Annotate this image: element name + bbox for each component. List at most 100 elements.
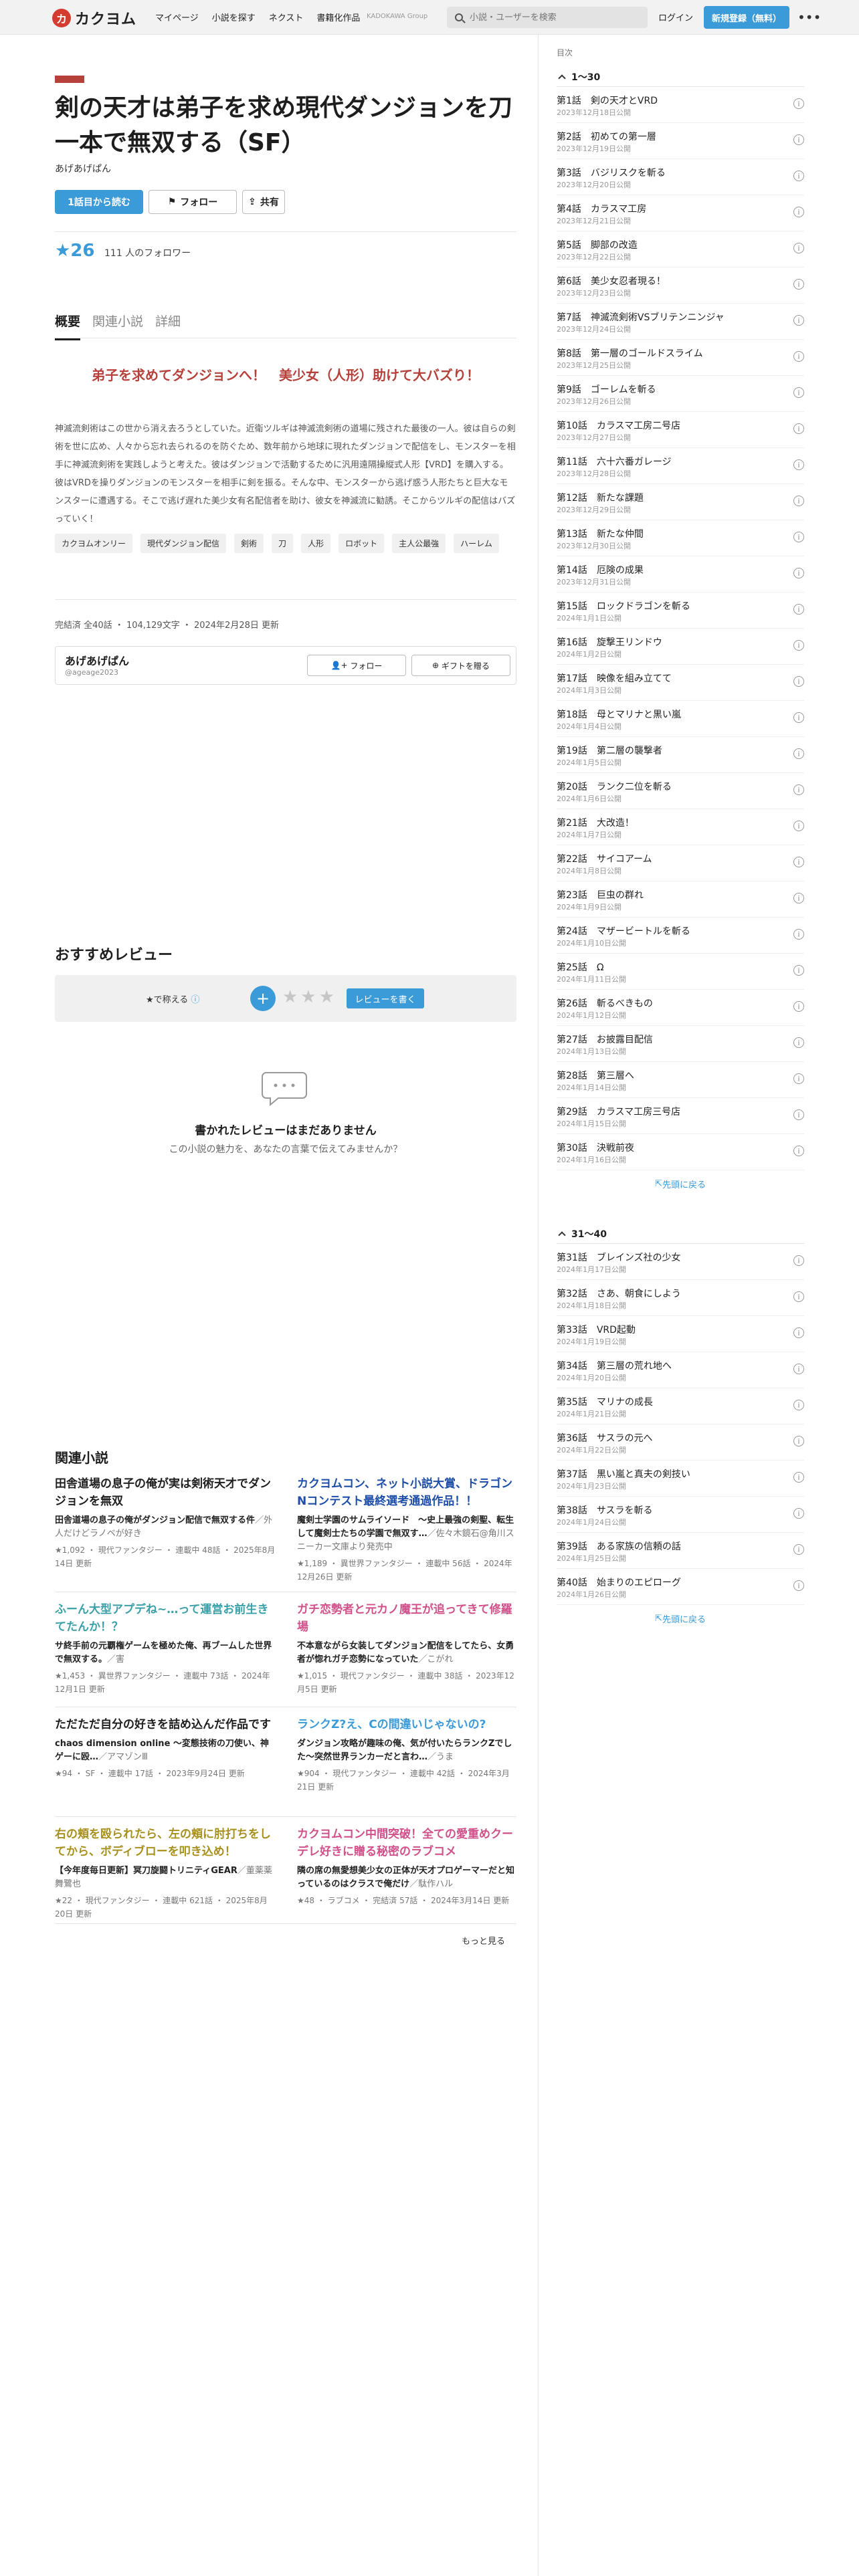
episode-item[interactable]: 第23話 巨虫の群れ 2024年1月9日公開 i <box>557 881 804 918</box>
info-icon[interactable]: i <box>793 748 804 759</box>
nav-next[interactable]: ネクスト <box>269 11 304 23</box>
episode-item[interactable]: 第24話 マザービートルを斬る 2024年1月10日公開 i <box>557 918 804 954</box>
related-author[interactable]: ／害 <box>107 1654 124 1665</box>
related-item[interactable]: ふーん大型アプデね~…って運営お前生きてたんか！？ サ終手前の元覇権ゲームを極め… <box>55 1601 276 1696</box>
info-icon[interactable]: i <box>793 1472 804 1483</box>
info-icon[interactable]: i <box>793 459 804 470</box>
related-work-title[interactable]: サ終手前の元覇権ゲームを極めた俺、再ブームした世界で無双する。 <box>55 1641 272 1665</box>
info-icon[interactable]: i <box>793 857 804 867</box>
episode-title[interactable]: 第26話 斬るべきもの <box>557 996 653 1010</box>
episode-item[interactable]: 第12話 新たな課題 2023年12月29日公開 i <box>557 484 804 520</box>
episode-item[interactable]: 第25話 Ω 2024年1月11日公開 i <box>557 954 804 990</box>
episode-title[interactable]: 第38話 サスラを斬る <box>557 1503 653 1517</box>
related-catch[interactable]: ガチ恋勢者と元カノ魔王が追ってきて修羅場 <box>297 1601 518 1636</box>
episode-item[interactable]: 第33話 VRD起動 2024年1月19日公開 i <box>557 1316 804 1352</box>
episode-item[interactable]: 第37話 黒い嵐と真夫の剣技い 2024年1月23日公開 i <box>557 1461 804 1497</box>
author-box-name[interactable]: あげあげぱん <box>65 652 129 668</box>
info-icon[interactable]: i <box>793 1327 804 1338</box>
info-icon[interactable]: i <box>793 387 804 398</box>
episode-item[interactable]: 第16話 旋撃王リンドウ 2024年1月2日公開 i <box>557 629 804 665</box>
episode-item[interactable]: 第7話 神滅流剣術VSブリテンニンジャ 2023年12月24日公開 i <box>557 304 804 340</box>
back-to-top-link[interactable]: ⇱ 先頭に戻る <box>557 1170 804 1197</box>
info-icon[interactable]: i <box>793 351 804 362</box>
tag[interactable]: 現代ダンジョン配信 <box>140 534 227 553</box>
episode-item[interactable]: 第34話 第三層の荒れ地へ 2024年1月20日公開 i <box>557 1352 804 1388</box>
toc-group-header[interactable]: 1〜30 <box>557 67 804 87</box>
episode-item[interactable]: 第9話 ゴーレムを斬る 2023年12月26日公開 i <box>557 376 804 412</box>
related-catch[interactable]: 田舎道場の息子の俺が実は剣術天才でダンジョンを無双 <box>55 1475 276 1510</box>
related-item[interactable]: ただただ自分の好きを詰め込んだ作品です chaos dimension onli… <box>55 1716 276 1780</box>
info-icon[interactable]: i <box>793 784 804 795</box>
episode-title[interactable]: 第8話 第一層のゴールドスライム <box>557 346 703 360</box>
related-item[interactable]: ガチ恋勢者と元カノ魔王が追ってきて修羅場 不本意ながら女装してダンジョン配信をし… <box>297 1601 518 1696</box>
info-icon[interactable]: i <box>793 1037 804 1048</box>
info-icon[interactable]: i <box>793 1291 804 1302</box>
related-work-title[interactable]: 【今年度毎日更新】冥刀旋闘トリニティGEAR <box>55 1866 237 1876</box>
episode-item[interactable]: 第36話 サスラの元へ 2024年1月22日公開 i <box>557 1424 804 1461</box>
tab-overview[interactable]: 概要 <box>55 312 81 340</box>
episode-title[interactable]: 第6話 美少女忍者現る！ <box>557 274 666 288</box>
episode-title[interactable]: 第19話 第二層の襲撃者 <box>557 744 662 757</box>
info-icon[interactable]: i <box>793 965 804 976</box>
share-button[interactable]: ⇪ 共有 <box>242 190 285 214</box>
episode-title[interactable]: 第34話 第三層の荒れ地へ <box>557 1359 672 1372</box>
episode-item[interactable]: 第10話 カラスマ工房二号店 2023年12月27日公開 i <box>557 412 804 448</box>
info-icon[interactable]: i <box>793 98 804 109</box>
related-catch[interactable]: カクヨムコン、ネット小説大賞、ドラゴンNコンテスト最終選考通過作品！！ <box>297 1475 518 1510</box>
nav-search-novels[interactable]: 小説を探す <box>212 11 256 23</box>
tag[interactable]: ハーレム <box>454 534 499 553</box>
episode-item[interactable]: 第11話 六十六番ガレージ 2023年12月28日公開 i <box>557 448 804 484</box>
episode-item[interactable]: 第1話 剣の天才とVRD 2023年12月18日公開 i <box>557 87 804 123</box>
episode-title[interactable]: 第12話 新たな課題 <box>557 491 644 504</box>
info-icon[interactable]: i <box>793 640 804 651</box>
episode-item[interactable]: 第8話 第一層のゴールドスライム 2023年12月25日公開 i <box>557 340 804 376</box>
toc-group-header[interactable]: 31〜40 <box>557 1224 804 1244</box>
episode-title[interactable]: 第40話 始まりのエピローグ <box>557 1576 681 1589</box>
info-icon[interactable]: i <box>793 496 804 506</box>
episode-title[interactable]: 第35話 マリナの成長 <box>557 1395 653 1408</box>
episode-item[interactable]: 第19話 第二層の襲撃者 2024年1月5日公開 i <box>557 737 804 773</box>
site-logo[interactable]: カ カクヨム <box>52 8 136 28</box>
episode-title[interactable]: 第11話 六十六番ガレージ <box>557 455 672 468</box>
follow-button[interactable]: ⚑ フォロー <box>149 190 237 214</box>
episode-item[interactable]: 第30話 決戦前夜 2024年1月16日公開 i <box>557 1134 804 1170</box>
episode-title[interactable]: 第15話 ロックドラゴンを斬る <box>557 599 690 613</box>
tag[interactable]: 人形 <box>301 534 331 553</box>
tab-related[interactable]: 関連小説 <box>92 312 143 340</box>
signup-button[interactable]: 新規登録（無料） <box>704 6 789 29</box>
search-box[interactable] <box>447 7 648 28</box>
episode-title[interactable]: 第23話 巨虫の群れ <box>557 888 644 901</box>
episode-item[interactable]: 第14話 厄険の成果 2023年12月31日公開 i <box>557 556 804 593</box>
related-work-title[interactable]: 隣の席の無愛想美少女の正体が天才プロゲーマーだと知っているのはクラスで俺だけ <box>297 1866 514 1889</box>
episode-item[interactable]: 第18話 母とマリナと黒い嵐 2024年1月4日公開 i <box>557 701 804 737</box>
episode-title[interactable]: 第18話 母とマリナと黒い嵐 <box>557 708 681 721</box>
info-icon[interactable]: i <box>793 134 804 145</box>
related-author[interactable]: ／駄作ハル <box>409 1879 453 1889</box>
info-icon[interactable]: i <box>793 712 804 723</box>
episode-item[interactable]: 第20話 ランク二位を斬る 2024年1月6日公開 i <box>557 773 804 809</box>
episode-item[interactable]: 第27話 お披露目配信 2024年1月13日公開 i <box>557 1026 804 1062</box>
episode-item[interactable]: 第21話 大改造！ 2024年1月7日公開 i <box>557 809 804 845</box>
nav-published[interactable]: 書籍化作品 <box>316 11 360 23</box>
related-catch[interactable]: 右の頬を殴られたら、左の頬に肘打ちをしてから、ボディブローを叩き込め！ <box>55 1826 276 1860</box>
episode-item[interactable]: 第28話 第三層へ 2024年1月14日公開 i <box>557 1062 804 1098</box>
info-icon[interactable]: i <box>793 1146 804 1156</box>
episode-item[interactable]: 第13話 新たな仲間 2023年12月30日公開 i <box>557 520 804 556</box>
episode-title[interactable]: 第3話 バジリスクを斬る <box>557 166 666 179</box>
add-star-button[interactable]: + <box>250 986 276 1011</box>
episode-title[interactable]: 第4話 カラスマ工房 <box>557 202 646 215</box>
episode-title[interactable]: 第10話 カラスマ工房二号店 <box>557 419 680 432</box>
tag[interactable]: 主人公最強 <box>392 534 446 553</box>
info-icon[interactable]: i <box>793 207 804 217</box>
back-to-top-link[interactable]: ⇱ 先頭に戻る <box>557 1605 804 1632</box>
related-author[interactable]: ／アマゾンⅢ <box>98 1752 148 1762</box>
episode-item[interactable]: 第2話 初めての第一層 2023年12月19日公開 i <box>557 123 804 159</box>
info-icon[interactable]: i <box>793 568 804 578</box>
info-icon[interactable]: i <box>793 315 804 326</box>
episode-item[interactable]: 第35話 マリナの成長 2024年1月21日公開 i <box>557 1388 804 1424</box>
episode-item[interactable]: 第5話 脚部の改造 2023年12月22日公開 i <box>557 231 804 267</box>
related-catch[interactable]: ランクZ?え、Cの間違いじゃないの? <box>297 1716 518 1733</box>
episode-title[interactable]: 第13話 新たな仲間 <box>557 527 644 540</box>
info-icon[interactable]: i <box>793 1508 804 1519</box>
author-follow-button[interactable]: 👤+ フォロー <box>307 655 406 676</box>
